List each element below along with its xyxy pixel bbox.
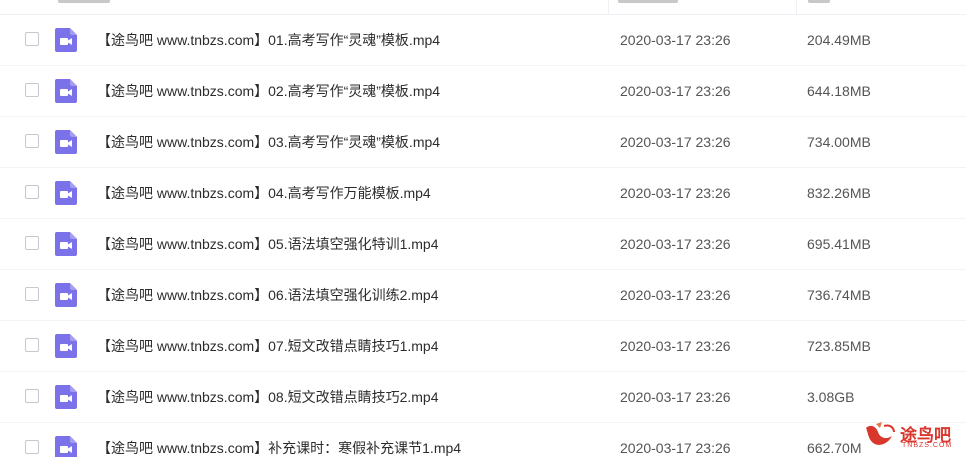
- file-size: 734.00MB: [807, 134, 871, 150]
- row-checkbox[interactable]: [25, 440, 39, 454]
- file-size: 736.74MB: [807, 287, 871, 303]
- file-date: 2020-03-17 23:26: [620, 338, 731, 354]
- table-header: [0, 0, 966, 15]
- file-size: 723.85MB: [807, 338, 871, 354]
- file-row[interactable]: 【途鸟吧 www.tnbzs.com】07.短文改错点睛技巧1.mp4 2020-…: [0, 321, 966, 372]
- bird-logo-icon: [866, 422, 895, 445]
- file-size: 695.41MB: [807, 236, 871, 252]
- row-checkbox[interactable]: [25, 83, 39, 97]
- file-row[interactable]: 【途鸟吧 www.tnbzs.com】02.高考写作“灵魂”模板.mp4 2020…: [0, 66, 966, 117]
- column-divider: [796, 0, 797, 14]
- file-name[interactable]: 【途鸟吧 www.tnbzs.com】08.短文改错点睛技巧2.mp4: [97, 372, 439, 422]
- video-file-icon: [55, 181, 77, 205]
- file-date: 2020-03-17 23:26: [620, 134, 731, 150]
- row-checkbox[interactable]: [25, 185, 39, 199]
- file-date: 2020-03-17 23:26: [620, 389, 731, 405]
- file-date: 2020-03-17 23:26: [620, 287, 731, 303]
- file-name[interactable]: 【途鸟吧 www.tnbzs.com】03.高考写作“灵魂”模板.mp4: [97, 117, 440, 167]
- file-row[interactable]: 【途鸟吧 www.tnbzs.com】06.语法填空强化训练2.mp4 2020-…: [0, 270, 966, 321]
- watermark: 途鸟吧 TNBZS.COM: [858, 418, 964, 454]
- row-checkbox[interactable]: [25, 32, 39, 46]
- header-name-column[interactable]: [58, 0, 110, 3]
- file-row[interactable]: 【途鸟吧 www.tnbzs.com】01.高考写作“灵魂”模板.mp4 2020…: [0, 15, 966, 66]
- file-row[interactable]: 【途鸟吧 www.tnbzs.com】05.语法填空强化特训1.mp4 2020-…: [0, 219, 966, 270]
- row-checkbox[interactable]: [25, 389, 39, 403]
- video-file-icon: [55, 28, 77, 52]
- file-row[interactable]: 【途鸟吧 www.tnbzs.com】03.高考写作“灵魂”模板.mp4 2020…: [0, 117, 966, 168]
- file-name[interactable]: 【途鸟吧 www.tnbzs.com】04.高考写作万能模板.mp4: [97, 168, 431, 218]
- file-size: 832.26MB: [807, 185, 871, 201]
- file-name[interactable]: 【途鸟吧 www.tnbzs.com】补充课时：寒假补充课节1.mp4: [97, 423, 461, 457]
- row-checkbox[interactable]: [25, 338, 39, 352]
- file-name[interactable]: 【途鸟吧 www.tnbzs.com】05.语法填空强化特训1.mp4: [97, 219, 439, 269]
- file-name[interactable]: 【途鸟吧 www.tnbzs.com】06.语法填空强化训练2.mp4: [97, 270, 439, 320]
- file-size: 3.08GB: [807, 389, 855, 405]
- video-file-icon: [55, 79, 77, 103]
- file-date: 2020-03-17 23:26: [620, 440, 731, 456]
- row-checkbox[interactable]: [25, 236, 39, 250]
- file-date: 2020-03-17 23:26: [620, 83, 731, 99]
- file-name[interactable]: 【途鸟吧 www.tnbzs.com】01.高考写作“灵魂”模板.mp4: [97, 15, 440, 65]
- file-date: 2020-03-17 23:26: [620, 32, 731, 48]
- header-size-column[interactable]: [808, 0, 830, 3]
- file-row[interactable]: 【途鸟吧 www.tnbzs.com】04.高考写作万能模板.mp4 2020-0…: [0, 168, 966, 219]
- file-date: 2020-03-17 23:26: [620, 236, 731, 252]
- video-file-icon: [55, 334, 77, 358]
- video-file-icon: [55, 130, 77, 154]
- video-file-icon: [55, 436, 77, 457]
- column-divider: [608, 0, 609, 14]
- video-file-icon: [55, 385, 77, 409]
- file-size: 662.70M: [807, 440, 862, 456]
- file-row[interactable]: 【途鸟吧 www.tnbzs.com】08.短文改错点睛技巧2.mp4 2020-…: [0, 372, 966, 423]
- file-list: 【途鸟吧 www.tnbzs.com】01.高考写作“灵魂”模板.mp4 2020…: [0, 15, 966, 457]
- file-size: 204.49MB: [807, 32, 871, 48]
- row-checkbox[interactable]: [25, 287, 39, 301]
- video-file-icon: [55, 232, 77, 256]
- header-date-column[interactable]: [618, 0, 678, 3]
- row-checkbox[interactable]: [25, 134, 39, 148]
- file-date: 2020-03-17 23:26: [620, 185, 731, 201]
- watermark-subtitle: TNBZS.COM: [902, 442, 953, 449]
- file-size: 644.18MB: [807, 83, 871, 99]
- file-row[interactable]: 【途鸟吧 www.tnbzs.com】补充课时：寒假补充课节1.mp4 2020-…: [0, 423, 966, 457]
- file-name[interactable]: 【途鸟吧 www.tnbzs.com】02.高考写作“灵魂”模板.mp4: [97, 66, 440, 116]
- file-name[interactable]: 【途鸟吧 www.tnbzs.com】07.短文改错点睛技巧1.mp4: [97, 321, 439, 371]
- video-file-icon: [55, 283, 77, 307]
